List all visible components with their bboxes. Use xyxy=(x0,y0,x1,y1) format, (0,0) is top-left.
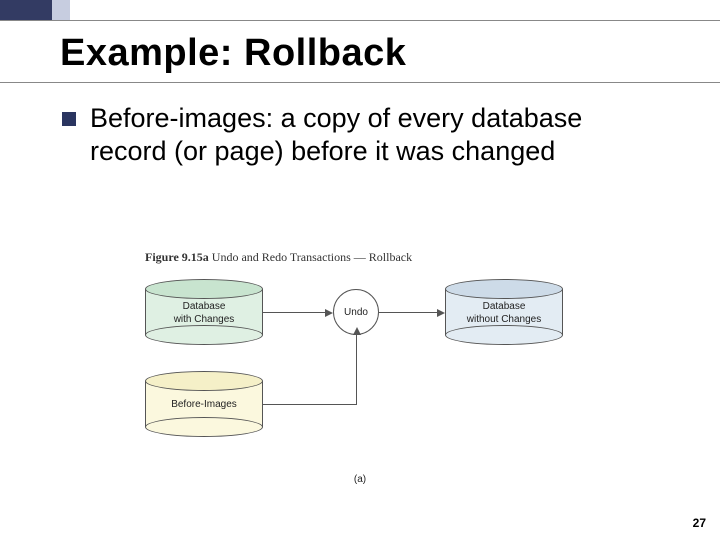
accent-block-secondary xyxy=(52,0,70,20)
arrowhead-icon xyxy=(325,309,333,317)
figure-body: Databasewith Changes Before-Images Undo … xyxy=(145,279,575,459)
page-number: 27 xyxy=(693,516,706,530)
figure-number: Figure 9.15a xyxy=(145,250,209,264)
cylinder-label: Databasewithout Changes xyxy=(445,301,563,326)
title-underline xyxy=(0,82,720,83)
arrow-before-images-v xyxy=(356,335,357,405)
cylinder-db-without-changes: Databasewithout Changes xyxy=(445,279,563,345)
figure-caption: Figure 9.15a Undo and Redo Transactions … xyxy=(145,250,575,265)
top-rule xyxy=(0,20,720,21)
cylinder-before-images: Before-Images xyxy=(145,371,263,437)
bullet-item: Before-images: a copy of every database … xyxy=(62,102,660,168)
figure: Figure 9.15a Undo and Redo Transactions … xyxy=(145,250,575,459)
arrowhead-up-icon xyxy=(353,327,361,335)
slide-title: Example: Rollback xyxy=(60,32,406,75)
cylinder-label: Before-Images xyxy=(145,399,263,412)
figure-caption-text: Undo and Redo Transactions — Rollback xyxy=(209,250,412,264)
undo-label: Undo xyxy=(344,307,368,318)
arrow-before-images-h xyxy=(263,404,356,405)
subfigure-label: (a) xyxy=(354,474,366,485)
bullet-text: Before-images: a copy of every database … xyxy=(90,102,660,168)
arrow-left-to-undo xyxy=(263,312,325,313)
cylinder-db-with-changes: Databasewith Changes xyxy=(145,279,263,345)
bullet-square-icon xyxy=(62,112,76,126)
arrowhead-icon xyxy=(437,309,445,317)
arrow-undo-to-right xyxy=(379,312,437,313)
cylinder-label: Databasewith Changes xyxy=(145,301,263,326)
accent-block-primary xyxy=(0,0,52,20)
